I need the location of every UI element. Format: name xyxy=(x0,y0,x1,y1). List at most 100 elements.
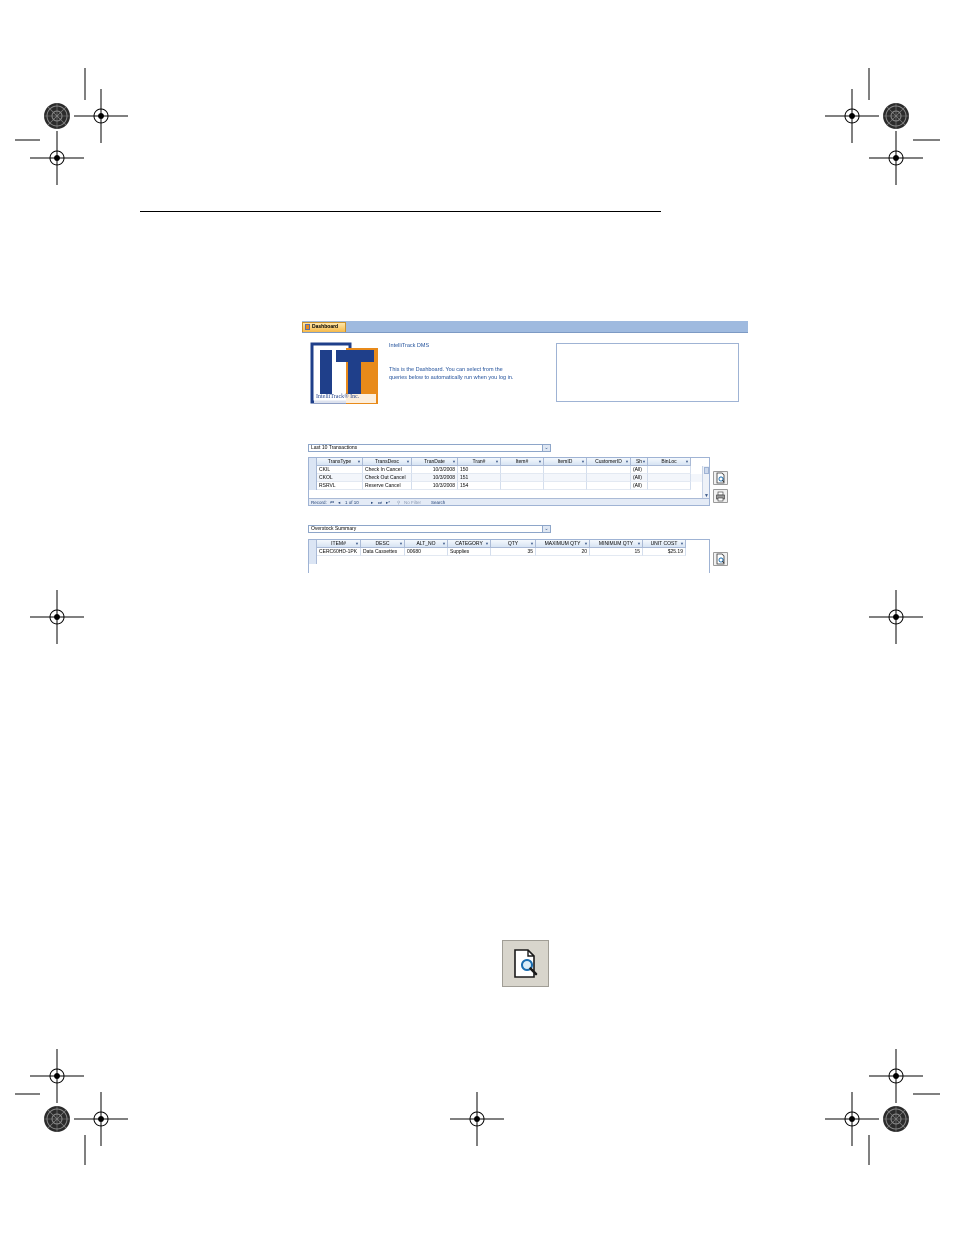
cell-trandate: 10/3/2008 xyxy=(412,474,458,482)
prev-record-icon[interactable]: ◂ xyxy=(338,499,340,505)
col-customerid[interactable]: CustomerID ▼ xyxy=(587,458,631,466)
query2-grid: ITEM# ▼ DESC ▼ ALT_NO ▼ CATEGORY ▼ QTY ▼ MAXI… xyxy=(308,539,710,573)
cell-maximum-qty: 20 xyxy=(536,548,590,556)
col-category[interactable]: CATEGORY ▼ xyxy=(448,540,491,548)
col-qty[interactable]: QTY ▼ xyxy=(491,540,536,548)
row-selector[interactable] xyxy=(309,474,317,482)
col-binloc[interactable]: BinLoc ▼ xyxy=(648,458,691,466)
row-selector[interactable] xyxy=(309,482,317,490)
table-row[interactable]: RSRVL Reserve Cancel 10/3/2008 154 (All) xyxy=(309,482,704,490)
info-panel xyxy=(556,343,739,402)
col-item-number[interactable]: Item# ▼ xyxy=(501,458,544,466)
row-selector[interactable] xyxy=(309,548,317,556)
select-all-corner[interactable] xyxy=(309,540,317,548)
cell-item-number xyxy=(501,482,544,490)
col-maximum-qty[interactable]: MAXIMUM QTY ▼ xyxy=(536,540,590,548)
cell-minimum-qty: 15 xyxy=(590,548,643,556)
cell-unit-cost: $25.19 xyxy=(643,548,686,556)
select-all-corner[interactable] xyxy=(309,458,317,466)
col-unit-cost[interactable]: UNIT COST ▼ xyxy=(643,540,686,548)
header-rule xyxy=(140,211,661,212)
query1-select-value: Last 10 Transactions xyxy=(311,445,358,451)
cell-itemid xyxy=(544,474,587,482)
print-button[interactable] xyxy=(713,489,728,503)
col-tran-number[interactable]: Tran# ▼ xyxy=(458,458,501,466)
dropdown-arrow-icon[interactable]: ⌄ xyxy=(542,445,550,451)
row-selector[interactable] xyxy=(309,556,317,564)
app-description: This is the Dashboard. You can select fr… xyxy=(389,367,514,381)
search-field[interactable]: Search xyxy=(431,499,445,505)
print-icon xyxy=(716,491,725,502)
table-row[interactable]: CERC60HD-1PK Data Cassettes 00680 Suppli… xyxy=(309,548,709,556)
cell-itemid xyxy=(544,482,587,490)
col-desc[interactable]: DESC ▼ xyxy=(361,540,405,548)
col-alt-no[interactable]: ALT_NO ▼ xyxy=(405,540,448,548)
cell-binloc xyxy=(648,466,691,474)
scroll-thumb[interactable] xyxy=(704,467,709,474)
cell-transdesc: Reserve Cancel xyxy=(363,482,412,490)
cell-item-number: CERC60HD-1PK xyxy=(317,548,361,556)
filter-status[interactable]: No Filter xyxy=(404,499,421,505)
query1-grid: TransType ▼ TransDesc ▼ TranDate ▼ Tran# ▼ I… xyxy=(308,457,710,506)
cell-sh: (All) xyxy=(631,474,648,482)
query1-scrollbar[interactable]: ▼ xyxy=(702,466,709,499)
record-position[interactable]: 1 of 10 xyxy=(345,499,359,505)
cell-sh: (All) xyxy=(631,466,648,474)
tab-dashboard[interactable]: Dashboard xyxy=(302,322,346,332)
dashboard-window: Dashboard IntelliTrack® Inc. IntelliTrac… xyxy=(302,321,748,573)
tab-dashboard-label: Dashboard xyxy=(312,324,339,330)
col-sh[interactable]: Sh ▼ xyxy=(631,458,648,466)
table-row[interactable]: CKOL Check Out Cancel 10/3/2008 151 (All… xyxy=(309,474,704,482)
cell-customerid xyxy=(587,466,631,474)
query2-header-row: ITEM# ▼ DESC ▼ ALT_NO ▼ CATEGORY ▼ QTY ▼ MAXI… xyxy=(309,540,709,548)
cell-transtype: RSRVL xyxy=(317,482,363,490)
cell-transtype: CKIL xyxy=(317,466,363,474)
print-preview-button[interactable] xyxy=(713,552,728,566)
cell-binloc xyxy=(648,474,691,482)
query2-select[interactable]: Overstock Summary ⌄ xyxy=(308,525,551,533)
cell-qty: 35 xyxy=(491,548,536,556)
print-preview-icon xyxy=(716,472,725,484)
print-preview-button[interactable] xyxy=(713,471,728,485)
col-trandate[interactable]: TranDate ▼ xyxy=(412,458,458,466)
col-transdesc[interactable]: TransDesc ▼ xyxy=(363,458,412,466)
cell-tran-number: 151 xyxy=(458,474,501,482)
cell-item-number xyxy=(501,474,544,482)
cell-alt-no: 00680 xyxy=(405,548,448,556)
cell-tran-number: 150 xyxy=(458,466,501,474)
next-record-icon[interactable]: ▸ xyxy=(371,499,373,505)
table-row[interactable]: CKIL Check In Cancel 10/3/2008 150 (All) xyxy=(309,466,704,474)
app-title: IntelliTrack DMS xyxy=(389,343,430,349)
first-record-icon[interactable]: ⏮ xyxy=(330,499,334,505)
col-item-number[interactable]: ITEM# ▼ xyxy=(317,540,361,548)
col-itemid[interactable]: ItemID ▼ xyxy=(544,458,587,466)
query1-select[interactable]: Last 10 Transactions ⌄ xyxy=(308,444,551,452)
logo-caption: IntelliTrack® Inc. xyxy=(316,394,360,400)
row-selector[interactable] xyxy=(309,466,317,474)
cell-binloc xyxy=(648,482,691,490)
cell-customerid xyxy=(587,474,631,482)
col-minimum-qty[interactable]: MINIMUM QTY ▼ xyxy=(590,540,643,548)
cell-trandate: 10/3/2008 xyxy=(412,482,458,490)
query1-record-navigator: Record: ⏮ ◂ 1 of 10 ▸ ⏭ ▸* ⚲ No Filter S… xyxy=(309,498,709,505)
cell-sh: (All) xyxy=(631,482,648,490)
new-record-icon[interactable]: ▸* xyxy=(386,499,390,505)
cell-transdesc: Check Out Cancel xyxy=(363,474,412,482)
cell-category: Supplies xyxy=(448,548,491,556)
registration-marks xyxy=(15,68,940,1165)
cell-trandate: 10/3/2008 xyxy=(412,466,458,474)
cell-tran-number: 154 xyxy=(458,482,501,490)
cell-transdesc: Check In Cancel xyxy=(363,466,412,474)
last-record-icon[interactable]: ⏭ xyxy=(378,499,382,505)
cell-customerid xyxy=(587,482,631,490)
filter-icon[interactable]: ⚲ xyxy=(397,499,400,505)
cell-item-number xyxy=(501,466,544,474)
query1-header-row: TransType ▼ TransDesc ▼ TranDate ▼ Tran# ▼ I… xyxy=(309,458,709,466)
table-row[interactable] xyxy=(309,556,709,564)
cell-transtype: CKOL xyxy=(317,474,363,482)
col-transtype[interactable]: TransType ▼ xyxy=(317,458,363,466)
dropdown-arrow-icon[interactable]: ⌄ xyxy=(542,526,550,532)
cell-desc: Data Cassettes xyxy=(361,548,405,556)
print-preview-icon xyxy=(716,553,725,565)
print-preview-button-large[interactable] xyxy=(502,940,549,987)
